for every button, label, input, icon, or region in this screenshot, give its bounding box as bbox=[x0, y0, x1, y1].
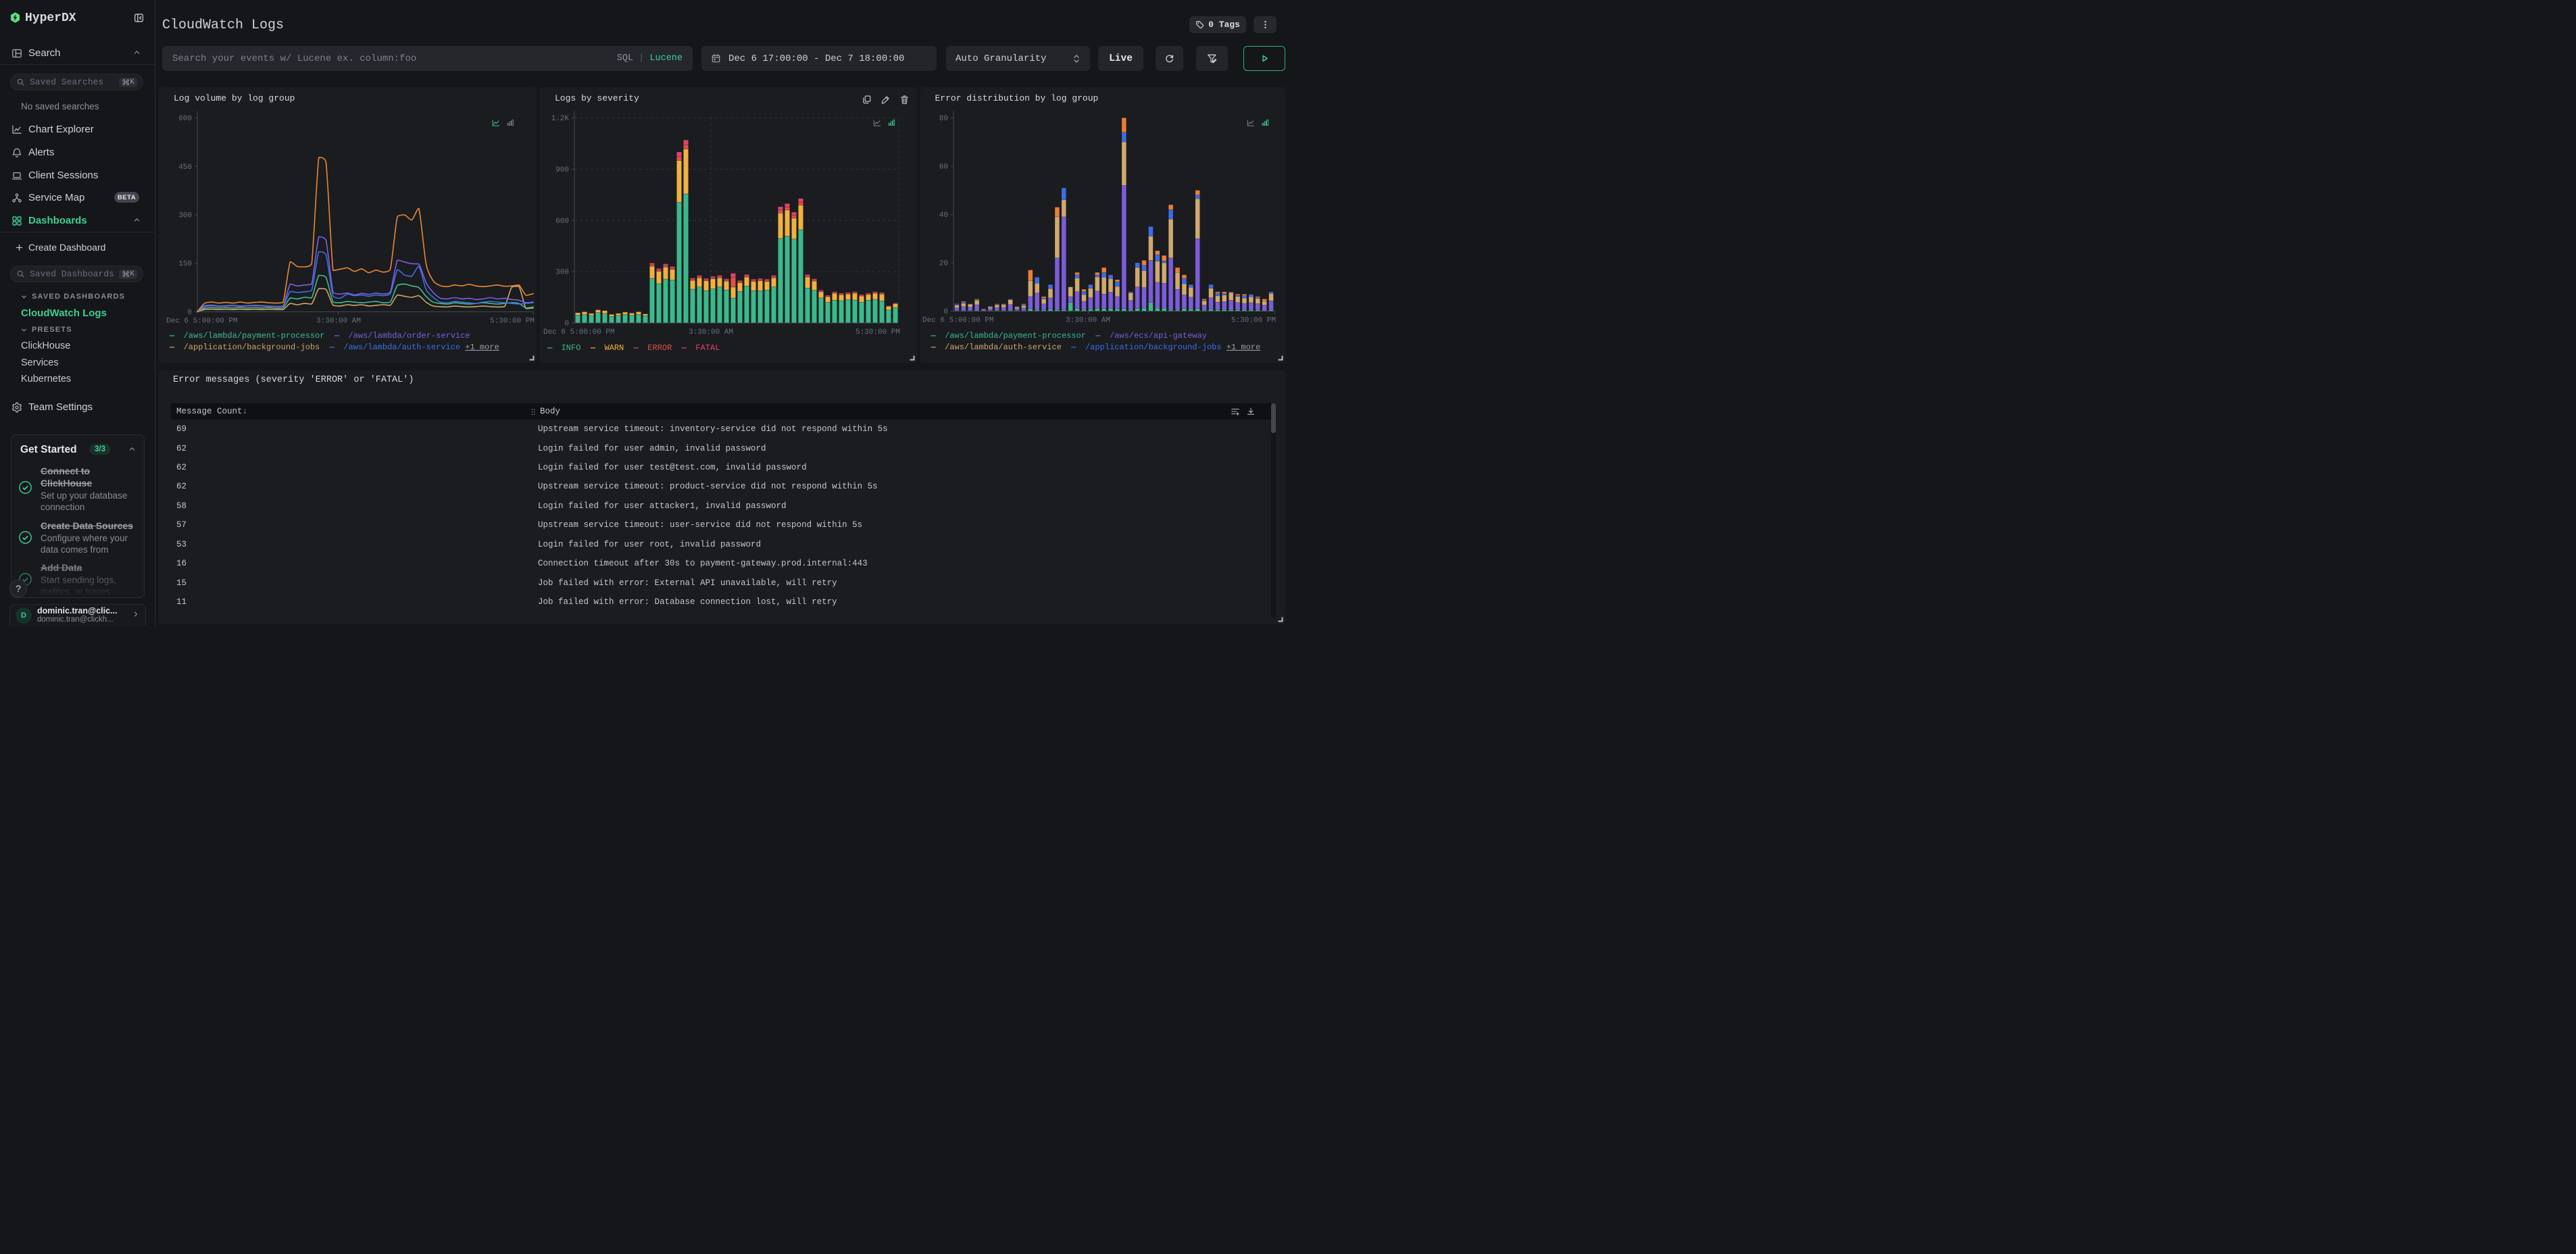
svg-text:20: 20 bbox=[939, 260, 947, 268]
svg-text:40: 40 bbox=[939, 211, 947, 220]
svg-text:Dec 6 5:00:00 PM: Dec 6 5:00:00 PM bbox=[166, 318, 238, 326]
svg-text:450: 450 bbox=[178, 164, 192, 172]
svg-text:Dec 6 5:00:00 PM: Dec 6 5:00:00 PM bbox=[543, 328, 615, 336]
svg-text:5:30:00 PM: 5:30:00 PM bbox=[490, 318, 535, 326]
svg-text:80: 80 bbox=[939, 115, 947, 123]
svg-text:300: 300 bbox=[555, 269, 569, 277]
svg-text:900: 900 bbox=[555, 166, 569, 174]
svg-text:600: 600 bbox=[178, 115, 192, 123]
svg-text:0: 0 bbox=[187, 309, 192, 317]
svg-text:3:30:00 AM: 3:30:00 AM bbox=[689, 328, 733, 336]
svg-text:300: 300 bbox=[178, 212, 192, 220]
svg-text:150: 150 bbox=[178, 260, 192, 268]
svg-text:60: 60 bbox=[939, 164, 947, 172]
svg-text:600: 600 bbox=[555, 218, 569, 226]
svg-text:5:30:00 PM: 5:30:00 PM bbox=[1231, 317, 1275, 325]
svg-text:0: 0 bbox=[564, 320, 569, 328]
svg-text:3:30:00 AM: 3:30:00 AM bbox=[316, 318, 361, 326]
svg-text:1.2K: 1.2K bbox=[551, 115, 570, 123]
svg-text:3:30:00 AM: 3:30:00 AM bbox=[1065, 317, 1110, 325]
svg-text:0: 0 bbox=[943, 308, 948, 316]
svg-text:Dec 6 5:00:00 PM: Dec 6 5:00:00 PM bbox=[922, 317, 994, 325]
svg-text:5:30:00 PM: 5:30:00 PM bbox=[856, 328, 900, 336]
